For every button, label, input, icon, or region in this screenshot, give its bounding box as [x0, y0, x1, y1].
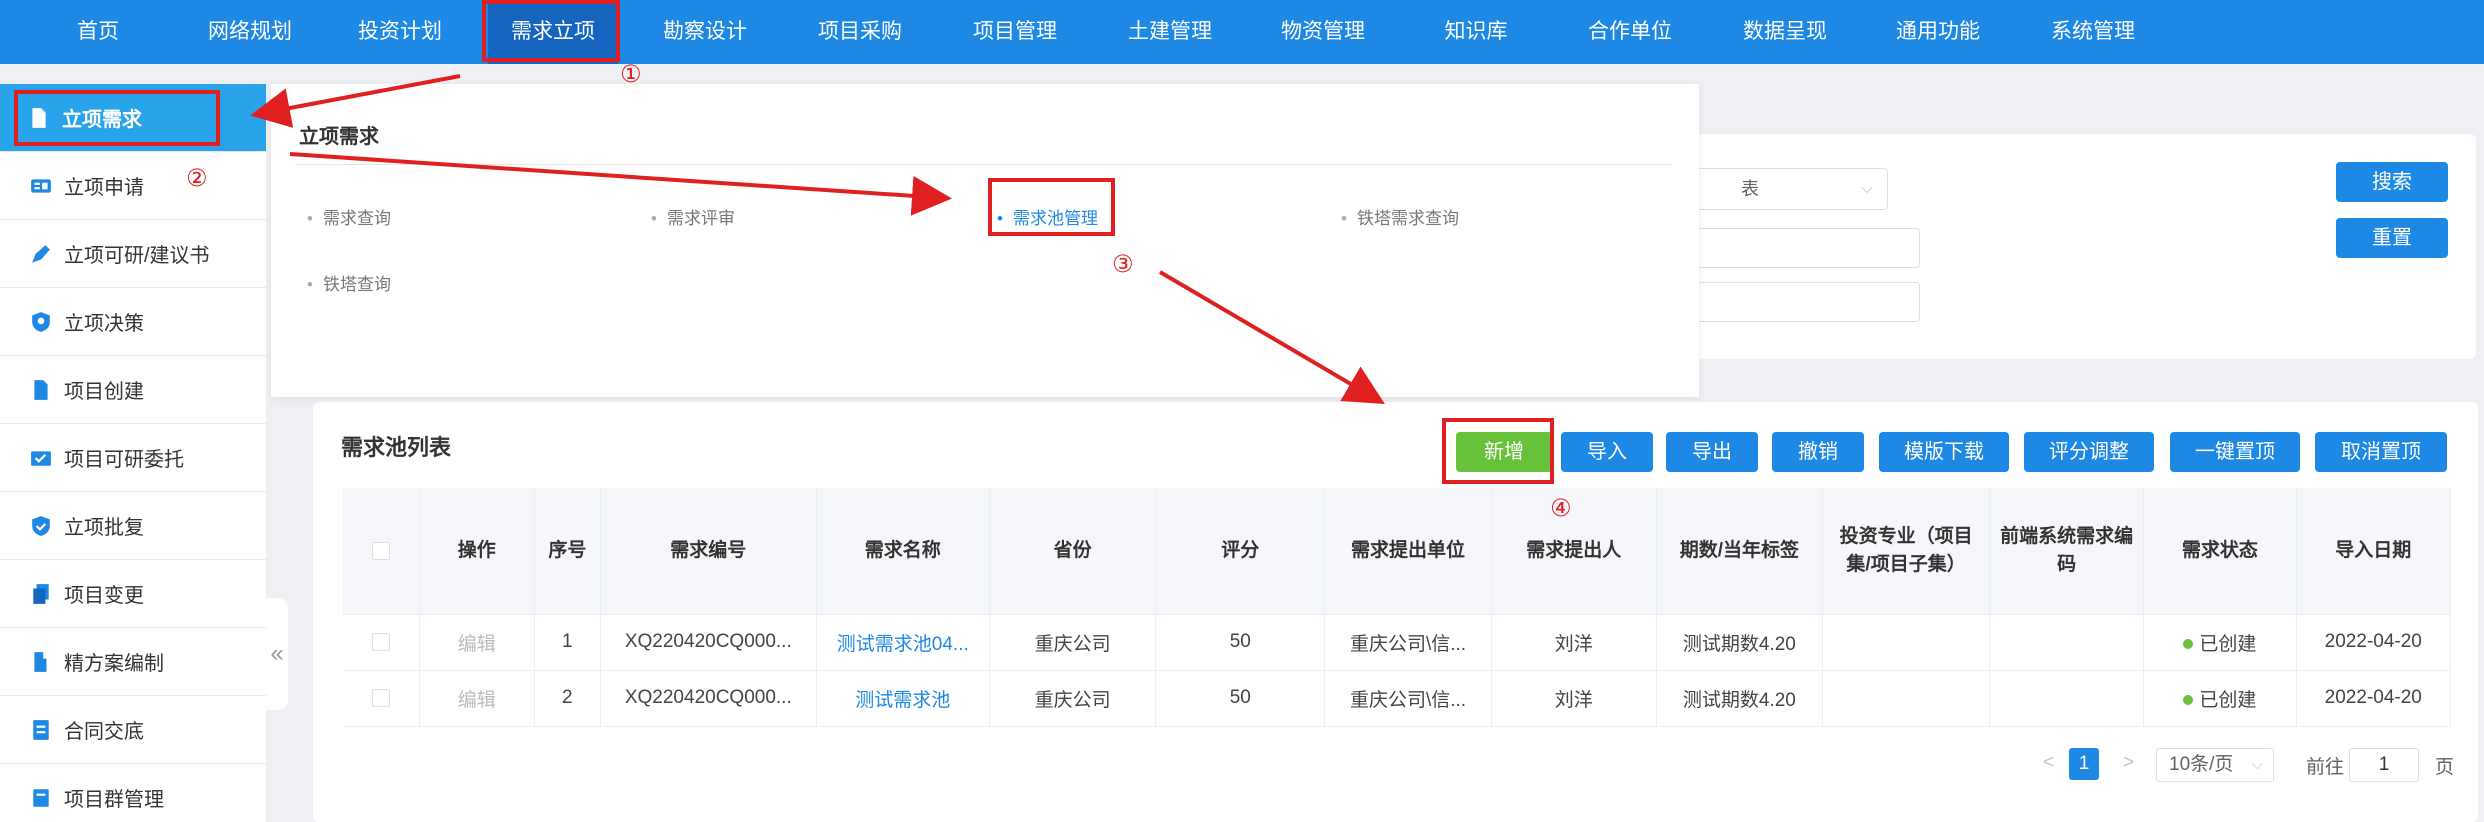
arrow-3: [1158, 270, 1385, 405]
annotation-arrows: [250, 74, 1385, 405]
arrow-2: [289, 152, 952, 216]
arrow-1: [250, 74, 461, 128]
